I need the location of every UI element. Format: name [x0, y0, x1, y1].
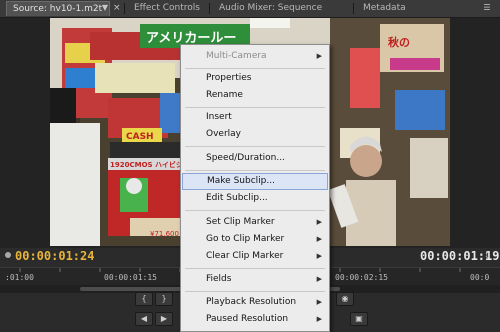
tab-metadata[interactable]: Metadata [357, 1, 417, 16]
tab-divider [209, 3, 210, 14]
price-tag-text: ¥71,600 [150, 230, 179, 238]
submenu-arrow-icon: ▶ [316, 275, 322, 283]
current-timecode[interactable]: 00:00:01:24 [15, 249, 94, 263]
menu-item-clear-clip-marker[interactable]: Clear Clip Marker ▶ [182, 248, 328, 265]
menu-item-fields[interactable]: Fields ▶ [182, 271, 328, 288]
menu-item-make-subclip[interactable]: Make Subclip... [182, 173, 328, 190]
menu-item-go-to-clip-marker[interactable]: Go to Clip Marker ▶ [182, 231, 328, 248]
monitor-settings-icon[interactable]: ⇕ [484, 251, 494, 261]
menu-item-multi-camera[interactable]: Multi-Camera ▶ [182, 48, 328, 65]
tab-audio-mixer[interactable]: Audio Mixer: Sequence 01 [213, 1, 335, 28]
right-sign-text: 秋の [388, 35, 410, 49]
mark-in-icon[interactable]: { [135, 292, 153, 306]
menu-item-overlay[interactable]: Overlay [182, 126, 328, 143]
menu-item-rename[interactable]: Rename [182, 87, 328, 104]
menu-item-paused-resolution[interactable]: Paused Resolution ▶ [182, 311, 328, 328]
tab-divider [124, 3, 125, 14]
menu-separator [185, 68, 325, 69]
ruler-label: 00:00:02:15 [335, 273, 388, 282]
panel-menu-icon[interactable]: ☰ [482, 2, 492, 14]
tab-divider [353, 3, 354, 14]
tab-effect-controls[interactable]: Effect Controls [128, 1, 208, 16]
menu-item-playback-resolution[interactable]: Playback Resolution ▶ [182, 294, 328, 311]
export-frame-icon[interactable]: ◉ [336, 292, 354, 306]
menu-item-properties[interactable]: Properties [182, 70, 328, 87]
menu-item-edit-subclip[interactable]: Edit Subclip... [182, 190, 328, 207]
play-icon[interactable]: ▶ [155, 312, 173, 326]
settings-dot-icon[interactable] [5, 252, 11, 258]
ruler-label: :01:00 [5, 273, 34, 282]
menu-separator [185, 210, 325, 211]
submenu-arrow-icon: ▶ [316, 298, 322, 306]
submenu-arrow-icon: ▶ [316, 52, 322, 60]
cash-sign-text: CASH [126, 132, 154, 142]
close-icon[interactable]: × [113, 2, 123, 14]
mark-out-icon[interactable]: } [155, 292, 173, 306]
submenu-arrow-icon: ▶ [316, 218, 322, 226]
tab-source[interactable]: Source: hv10-1.m2t [6, 1, 110, 16]
ruler-label: 00:00:01:15 [104, 273, 157, 282]
submenu-arrow-icon: ▶ [316, 235, 322, 243]
camera-icon[interactable]: ▣ [350, 312, 368, 326]
menu-separator [185, 268, 325, 269]
menu-separator [185, 146, 325, 147]
menu-item-insert[interactable]: Insert [182, 109, 328, 126]
menu-separator [185, 291, 325, 292]
menu-separator [185, 170, 325, 171]
step-back-icon[interactable]: ◀ [135, 312, 153, 326]
tab-menu-icon[interactable]: ▼ [100, 2, 110, 14]
menu-separator [185, 107, 325, 108]
context-menu: Multi-Camera ▶ Properties Rename Insert O… [180, 44, 330, 332]
submenu-arrow-icon: ▶ [316, 315, 322, 323]
menu-item-speed-duration[interactable]: Speed/Duration... [182, 150, 328, 167]
ruler-label: 00:0 [470, 273, 490, 282]
menu-item-set-clip-marker[interactable]: Set Clip Marker ▶ [182, 214, 328, 231]
submenu-arrow-icon: ▶ [316, 252, 322, 260]
